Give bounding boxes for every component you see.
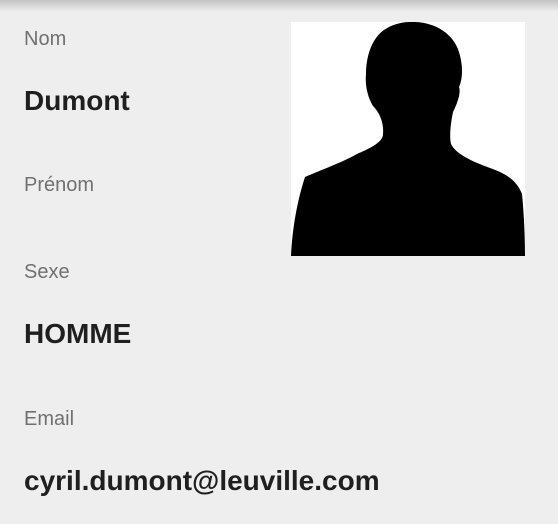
email-value: cyril.dumont@leuville.com: [24, 465, 380, 496]
nom-label: Nom: [24, 28, 67, 50]
person-silhouette-icon: [291, 22, 525, 256]
nom-value: Dumont: [24, 85, 130, 116]
sexe-label: Sexe: [24, 261, 70, 283]
prenom-label: Prénom: [24, 174, 95, 196]
top-shadow: [0, 0, 558, 12]
sexe-value: HOMME: [24, 318, 132, 349]
profile-photo: [291, 22, 525, 256]
email-label: Email: [24, 408, 75, 430]
